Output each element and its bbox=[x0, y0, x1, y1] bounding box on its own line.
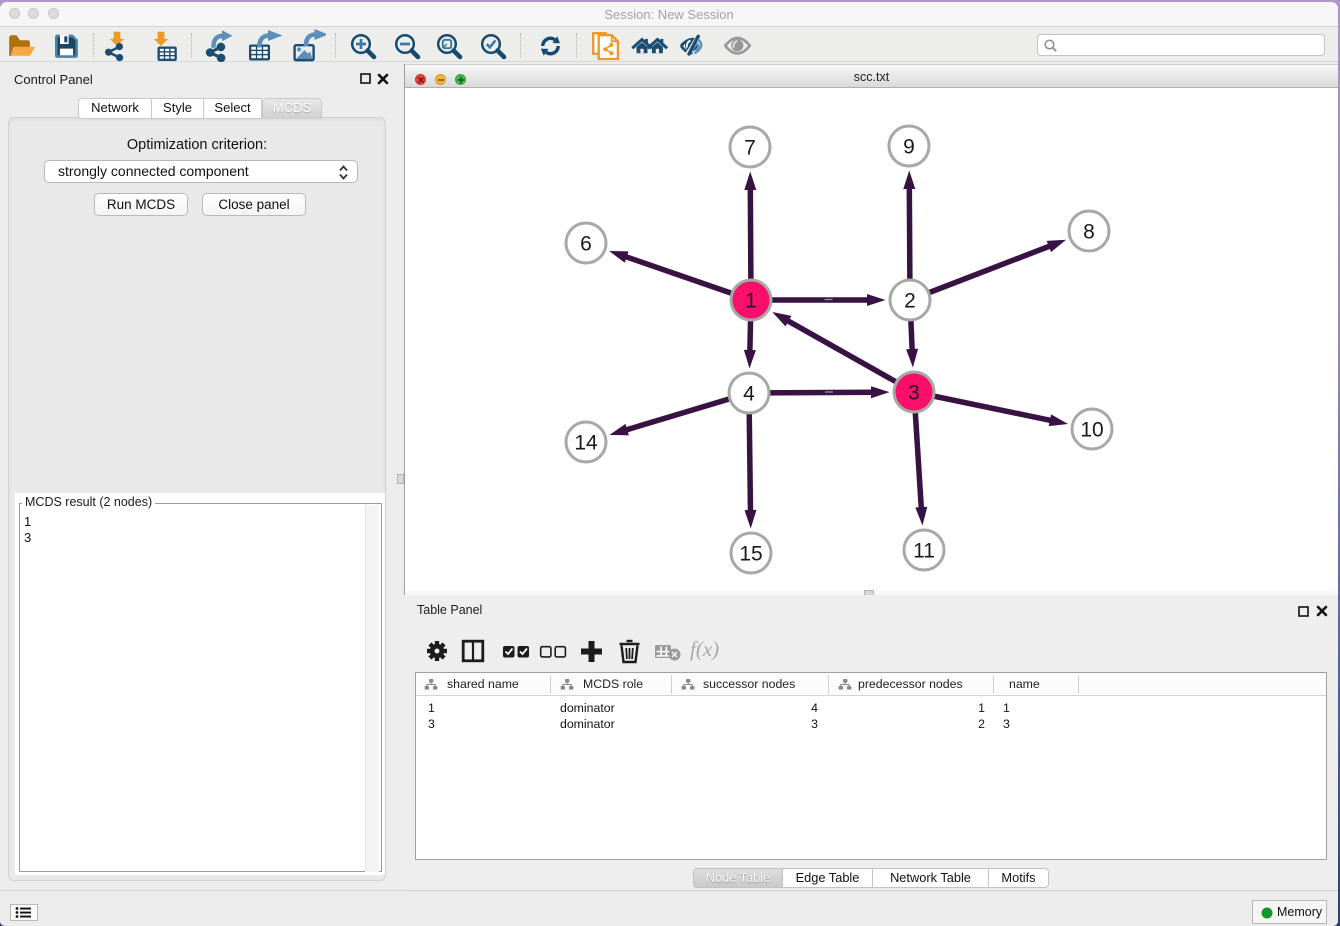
svg-text:2: 2 bbox=[904, 290, 916, 313]
svg-text:15: 15 bbox=[739, 543, 762, 566]
svg-text:1: 1 bbox=[745, 290, 757, 313]
svg-text:10: 10 bbox=[1080, 419, 1103, 442]
svg-text:11: 11 bbox=[913, 540, 935, 563]
svg-text:6: 6 bbox=[580, 233, 592, 256]
svg-text:9: 9 bbox=[903, 136, 915, 159]
svg-text:7: 7 bbox=[744, 137, 756, 160]
svg-text:4: 4 bbox=[743, 383, 755, 406]
svg-text:8: 8 bbox=[1083, 221, 1095, 244]
svg-text:14: 14 bbox=[574, 432, 598, 455]
svg-text:3: 3 bbox=[908, 382, 920, 405]
